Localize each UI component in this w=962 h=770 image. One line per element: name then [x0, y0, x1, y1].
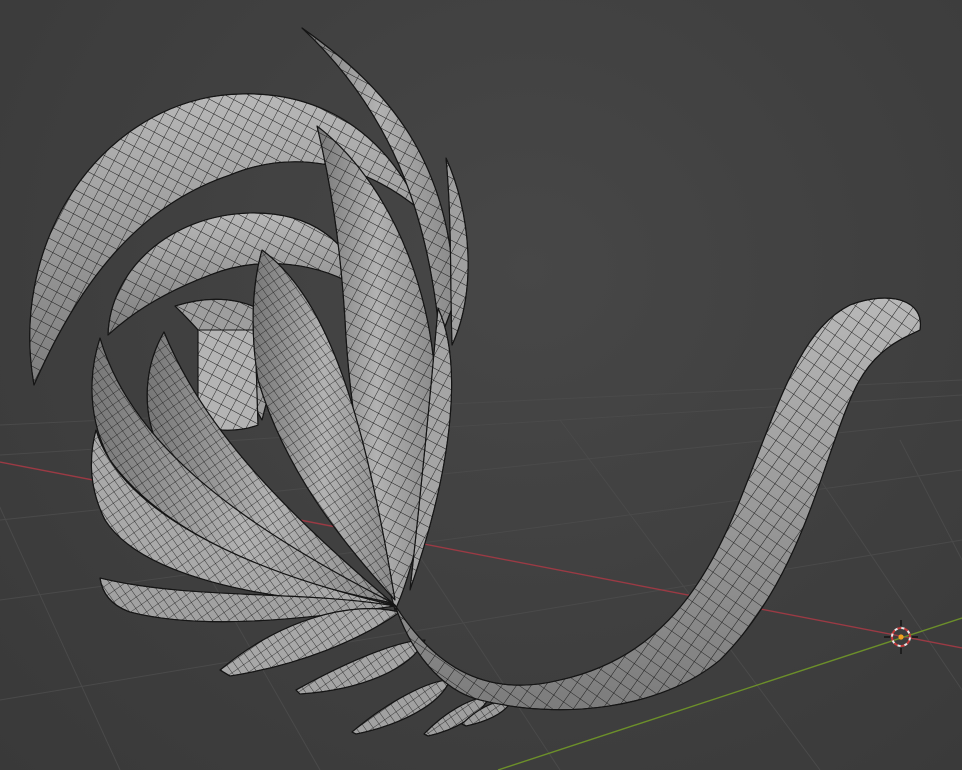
object-origin-icon — [898, 634, 904, 640]
3d-viewport[interactable] — [0, 0, 962, 770]
mesh-tail[interactable] — [394, 297, 921, 711]
viewport-canvas[interactable] — [0, 0, 962, 770]
3d-cursor-icon[interactable] — [884, 620, 918, 654]
mesh-object[interactable] — [29, 27, 921, 737]
